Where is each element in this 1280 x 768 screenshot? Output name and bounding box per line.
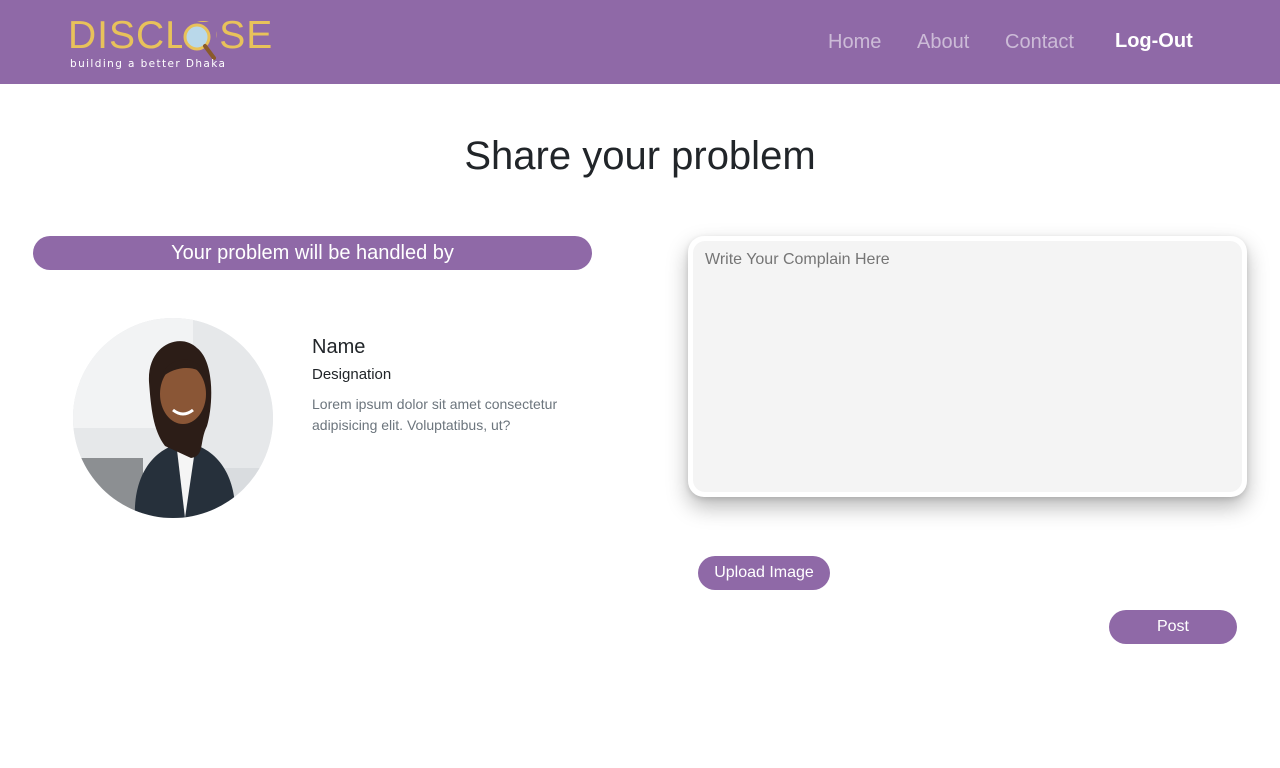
handler-avatar — [73, 318, 273, 518]
handler-description: Lorem ipsum dolor sit amet consectetur a… — [312, 396, 558, 433]
page-title: Share your problem — [464, 134, 816, 178]
handler-designation: Designation — [312, 366, 392, 383]
complaint-card — [688, 236, 1247, 497]
logout-link[interactable]: Log-Out — [1115, 30, 1193, 52]
logo[interactable]: DISCLOSE building a better Dhaka — [68, 14, 274, 72]
nav-about-link[interactable]: About — [917, 31, 969, 53]
navbar: DISCLOSE building a better Dhaka Home Ab… — [0, 0, 1280, 84]
magnifier-icon — [182, 22, 216, 62]
nav-home-link[interactable]: Home — [828, 31, 881, 53]
handler-photo — [73, 318, 273, 518]
logo-tagline: building a better Dhaka — [70, 58, 227, 70]
handler-banner: Your problem will be handled by — [33, 236, 592, 270]
upload-image-button[interactable]: Upload Image — [698, 556, 830, 590]
nav-contact-link[interactable]: Contact — [1005, 31, 1074, 53]
post-button[interactable]: Post — [1109, 610, 1237, 644]
complaint-textarea[interactable] — [693, 241, 1242, 492]
logo-text: DISCLOSE — [68, 14, 274, 57]
handler-name: Name — [312, 336, 366, 358]
